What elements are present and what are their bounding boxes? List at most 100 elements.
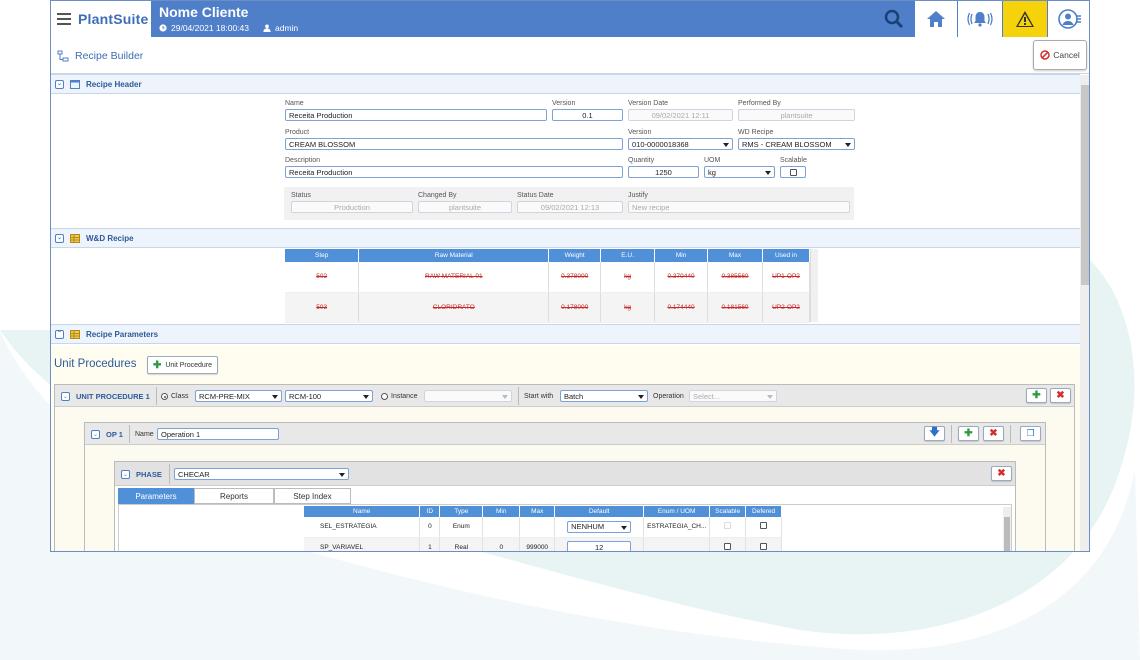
- add-unit-procedure-label: Unit Procedure: [165, 361, 213, 369]
- collapse-icon[interactable]: ⌄: [91, 430, 100, 439]
- delete-icon: ✖: [1056, 390, 1065, 401]
- defered-checkbox[interactable]: [760, 542, 768, 550]
- wd-table-scrollbar[interactable]: [810, 249, 818, 322]
- scalable-field: [780, 166, 806, 178]
- cell-enum-uom: [643, 537, 711, 551]
- collapse-icon[interactable]: ⌄: [121, 470, 130, 479]
- delete-operation-button[interactable]: ✖: [983, 426, 1004, 441]
- page-title: Recipe Builder: [75, 50, 144, 62]
- name-field[interactable]: Receita Production: [285, 109, 547, 121]
- tab-reports[interactable]: Reports: [194, 488, 274, 504]
- wd-recipe-table: Step Raw Material Weight E.U. Min Max Us…: [285, 249, 811, 323]
- justify-label: Justify: [628, 192, 648, 199]
- product-label: Product: [285, 129, 310, 136]
- col-header: Enum / UOM: [643, 506, 711, 517]
- uom-select[interactable]: kg: [704, 166, 775, 178]
- username: admin: [275, 23, 299, 33]
- table-row[interactable]: 502 RAW MATERIAL 01 0.378000 kg 0.370440…: [285, 262, 811, 293]
- delete-unit-procedure-button[interactable]: ✖: [1050, 388, 1071, 403]
- home-button[interactable]: [915, 1, 957, 37]
- start-with-select[interactable]: Batch: [560, 390, 648, 402]
- wd-recipe-section[interactable]: ⌄ W&D Recipe: [51, 228, 1080, 248]
- add-unit-procedure-button[interactable]: ✚ Unit Procedure: [147, 356, 218, 374]
- user-profile-icon: [1057, 9, 1081, 29]
- description-field[interactable]: Receita Production: [285, 166, 623, 178]
- phase-select[interactable]: CHECAR: [174, 468, 349, 480]
- add-operation-button[interactable]: ✚: [1026, 388, 1047, 403]
- default-select[interactable]: NENHUM: [567, 520, 632, 533]
- operation-label: OP 1: [106, 430, 123, 439]
- col-header: Weight: [548, 249, 602, 262]
- menu-icon[interactable]: [57, 13, 71, 25]
- cancel-button[interactable]: Cancel: [1033, 40, 1087, 70]
- collapse-icon[interactable]: ⌃: [55, 329, 64, 339]
- cell-name: SEL_ESTRATEGIA: [304, 517, 421, 538]
- search-button[interactable]: [873, 1, 915, 37]
- class-select[interactable]: RCM-PRE-MIX: [195, 390, 282, 402]
- tab-parameters[interactable]: Parameters: [118, 488, 194, 504]
- operation-name-label: Name: [135, 431, 154, 438]
- page-scrollbar[interactable]: [1080, 75, 1089, 551]
- section-title: W&D Recipe: [86, 233, 134, 243]
- scalable-checkbox[interactable]: [724, 542, 732, 550]
- scalable-label: Scalable: [780, 157, 807, 164]
- table-icon: [70, 329, 80, 339]
- col-header: E.U.: [600, 249, 656, 262]
- recipe-header-section[interactable]: ⌄ Recipe Header: [51, 74, 1080, 94]
- operation-select[interactable]: Select...: [689, 390, 777, 402]
- version-field[interactable]: 0.1: [552, 109, 623, 121]
- collapse-icon[interactable]: ⌄: [61, 392, 70, 401]
- instance-select: [424, 390, 512, 402]
- warning-button[interactable]: [1003, 1, 1047, 37]
- cell-max: 0.385560: [707, 262, 763, 293]
- recipe-parameters-section[interactable]: ⌃ Recipe Parameters: [51, 324, 1080, 344]
- operation-name-field[interactable]: Operation 1: [157, 428, 279, 440]
- equipment-select[interactable]: RCM-100: [285, 390, 373, 402]
- delete-phase-button[interactable]: ✖: [991, 466, 1012, 481]
- search-icon: [884, 9, 904, 29]
- tab-step-index[interactable]: Step Index: [274, 488, 351, 504]
- status-date-field: 09/02/2021 12:13: [517, 201, 623, 213]
- quantity-field[interactable]: 1250: [628, 166, 699, 178]
- section-title: Recipe Header: [86, 79, 142, 89]
- profile-button[interactable]: [1048, 1, 1089, 37]
- instance-radio[interactable]: [381, 393, 388, 400]
- performed-by-label: Performed By: [738, 100, 781, 107]
- product-field[interactable]: CREAM BLOSSOM: [285, 138, 623, 150]
- cell-defered: [745, 517, 783, 538]
- cell-min: 0.370440: [654, 262, 709, 293]
- version-select[interactable]: 010-0000018368: [628, 138, 733, 150]
- operation-label: Operation: [653, 393, 684, 400]
- name-field-group: Name Receita Production: [285, 100, 547, 121]
- plus-icon: ✚: [1032, 390, 1041, 401]
- cell-used-in: UP2-OP2: [762, 292, 811, 323]
- alarm-button[interactable]: [958, 1, 1002, 37]
- version-select-group: Version 010-0000018368: [628, 129, 733, 150]
- table-row[interactable]: SP_VARIAVEL 1 Real 0 999000 12: [304, 537, 829, 551]
- status-group: Status Production: [291, 192, 413, 213]
- cell-step: 502: [285, 262, 360, 293]
- wd-recipe-select[interactable]: RMS - CREAM BLOSSOM: [738, 138, 855, 150]
- defered-checkbox[interactable]: [760, 522, 768, 530]
- alarm-bell-icon: [967, 12, 993, 27]
- logo: PlantSuite: [51, 1, 151, 37]
- scalable-checkbox[interactable]: [789, 168, 797, 176]
- copy-button[interactable]: ❐: [1020, 426, 1041, 441]
- table-row[interactable]: SEL_ESTRATEGIA 0 Enum NENHUM ESTRATEGIA_…: [304, 517, 829, 538]
- operation-panel: ⌄ OP 1 Name Operation 1 🡇 ✚ ✖ ❐ ⌄ PHASE …: [84, 422, 1046, 551]
- collapse-icon[interactable]: ⌄: [55, 233, 64, 243]
- parameters-scrollbar[interactable]: [1003, 507, 1011, 551]
- copy-icon: ❐: [1026, 428, 1035, 438]
- changed-by-label: Changed By: [418, 192, 457, 199]
- performed-by-field: plantsuite: [738, 109, 855, 121]
- top-bar: PlantSuite Nome Cliente 29/04/2021 18:00…: [51, 1, 1089, 37]
- home-icon: [927, 11, 945, 27]
- cell-id: 0: [419, 517, 441, 538]
- default-field[interactable]: 12: [567, 541, 632, 551]
- class-radio[interactable]: [161, 393, 168, 400]
- collapse-icon[interactable]: ⌄: [55, 79, 64, 89]
- cell-id: 1: [419, 537, 441, 551]
- move-down-button[interactable]: 🡇: [924, 426, 945, 441]
- add-phase-button[interactable]: ✚: [958, 426, 979, 441]
- table-row[interactable]: 503 CLORIDRATO 0.178000 kg 0.174440 0.18…: [285, 292, 811, 323]
